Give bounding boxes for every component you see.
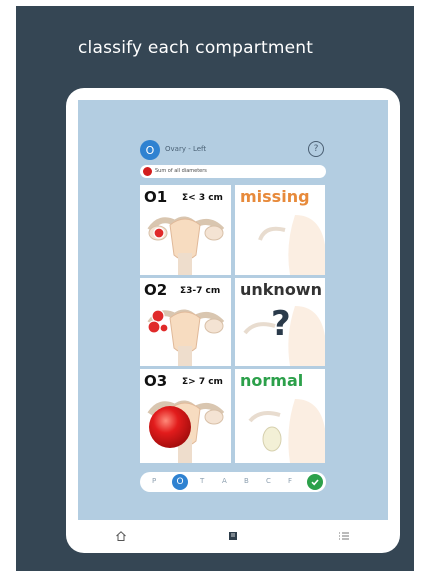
category-label: O2: [144, 281, 168, 299]
title-row: O Ovary - Left ?: [140, 140, 330, 160]
status-card-unknown[interactable]: unknown ?: [235, 278, 325, 366]
headline: classify each compartment: [78, 38, 314, 58]
step-b[interactable]: B: [244, 477, 249, 485]
status-label: unknown: [240, 280, 322, 299]
check-icon[interactable]: [307, 474, 323, 490]
category-card-o1[interactable]: O1 Σ< 3 cm: [140, 185, 231, 275]
compartment-stepper: P O T A B C F: [140, 472, 326, 492]
list-icon[interactable]: [336, 528, 352, 544]
status-card-missing[interactable]: missing: [235, 185, 325, 275]
legend-bar: Sum of all diameters: [140, 165, 326, 178]
status-card-normal[interactable]: normal: [235, 369, 325, 463]
page-title: Ovary - Left: [165, 145, 207, 153]
category-range: Σ3-7 cm: [180, 286, 221, 296]
category-range: Σ> 7 cm: [182, 377, 223, 387]
step-c[interactable]: C: [266, 477, 271, 485]
category-range: Σ< 3 cm: [182, 193, 223, 203]
step-t[interactable]: T: [200, 477, 204, 485]
compartment-badge: O: [140, 140, 160, 160]
status-label: normal: [240, 371, 304, 390]
step-o-active[interactable]: O: [172, 474, 188, 490]
step-f[interactable]: F: [288, 477, 292, 485]
clipboard-icon[interactable]: [225, 528, 241, 544]
lesion-dot-icon: [143, 167, 152, 176]
category-card-o2[interactable]: O2 Σ3-7 cm: [140, 278, 231, 366]
app-screen: [78, 100, 388, 520]
status-label: missing: [240, 187, 310, 206]
category-label: O1: [144, 188, 168, 206]
category-label: O3: [144, 372, 168, 390]
bottom-tab-bar: [78, 520, 388, 552]
home-icon[interactable]: [113, 528, 129, 544]
step-p[interactable]: P: [152, 477, 156, 485]
help-button[interactable]: ?: [308, 141, 324, 157]
question-mark-icon: ?: [271, 304, 291, 344]
step-a[interactable]: A: [222, 477, 227, 485]
legend-text: Sum of all diameters: [155, 168, 207, 174]
category-card-o3[interactable]: O3 Σ> 7 cm: [140, 369, 231, 463]
